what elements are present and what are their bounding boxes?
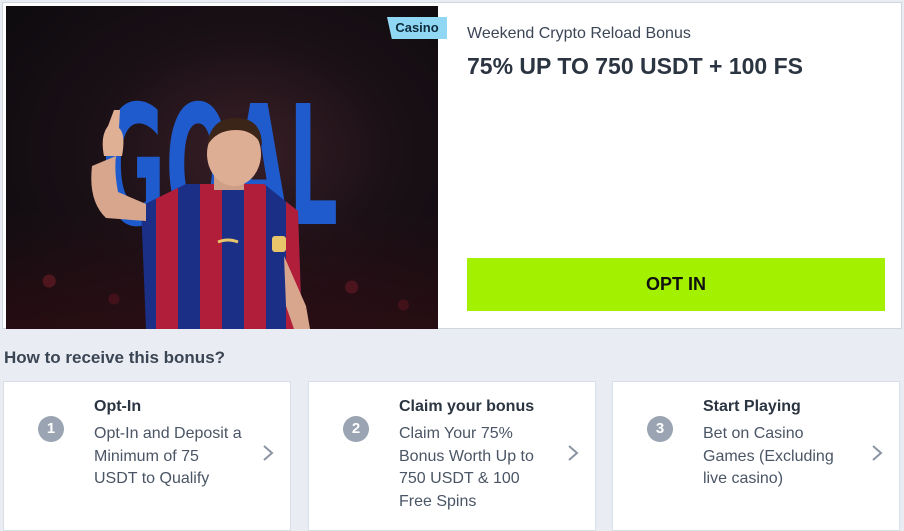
step-title: Start Playing: [703, 398, 801, 415]
step-card-3[interactable]: 3 Start Playing Bet on Casino Games (Exc…: [612, 381, 900, 531]
player-illustration: GOAL: [91, 71, 338, 329]
section-title: How to receive this bonus?: [4, 348, 226, 367]
promo-card: GOAL: [2, 2, 902, 329]
step-number-badge: 1: [38, 416, 64, 442]
step-number-badge: 3: [647, 416, 673, 442]
category-tag: Casino: [387, 17, 447, 39]
promo-headline: 75% UP TO 750 USDT + 100 FS: [467, 53, 804, 79]
chevron-right-icon[interactable]: [262, 444, 274, 462]
step-card-2[interactable]: 2 Claim your bonus Claim Your 75% Bonus …: [308, 381, 596, 531]
step-card-1[interactable]: 1 Opt-In Opt-In and Deposit a Minimum of…: [3, 381, 291, 531]
chevron-right-icon[interactable]: [871, 444, 883, 462]
step-title: Claim your bonus: [399, 398, 535, 415]
chevron-right-icon[interactable]: [567, 444, 579, 462]
step-description: Bet on Casino Games (Excluding live casi…: [703, 425, 834, 487]
promo-image: GOAL: [6, 6, 438, 329]
step-description: Claim Your 75% Bonus Worth Up to 750 USD…: [399, 425, 534, 510]
step-number-badge: 2: [343, 416, 369, 442]
opt-in-button[interactable]: OPT IN: [467, 258, 885, 311]
step-title: Opt-In: [94, 398, 142, 415]
step-description: Opt-In and Deposit a Minimum of 75 USDT …: [94, 425, 242, 487]
promo-title: Weekend Crypto Reload Bonus: [467, 25, 691, 42]
